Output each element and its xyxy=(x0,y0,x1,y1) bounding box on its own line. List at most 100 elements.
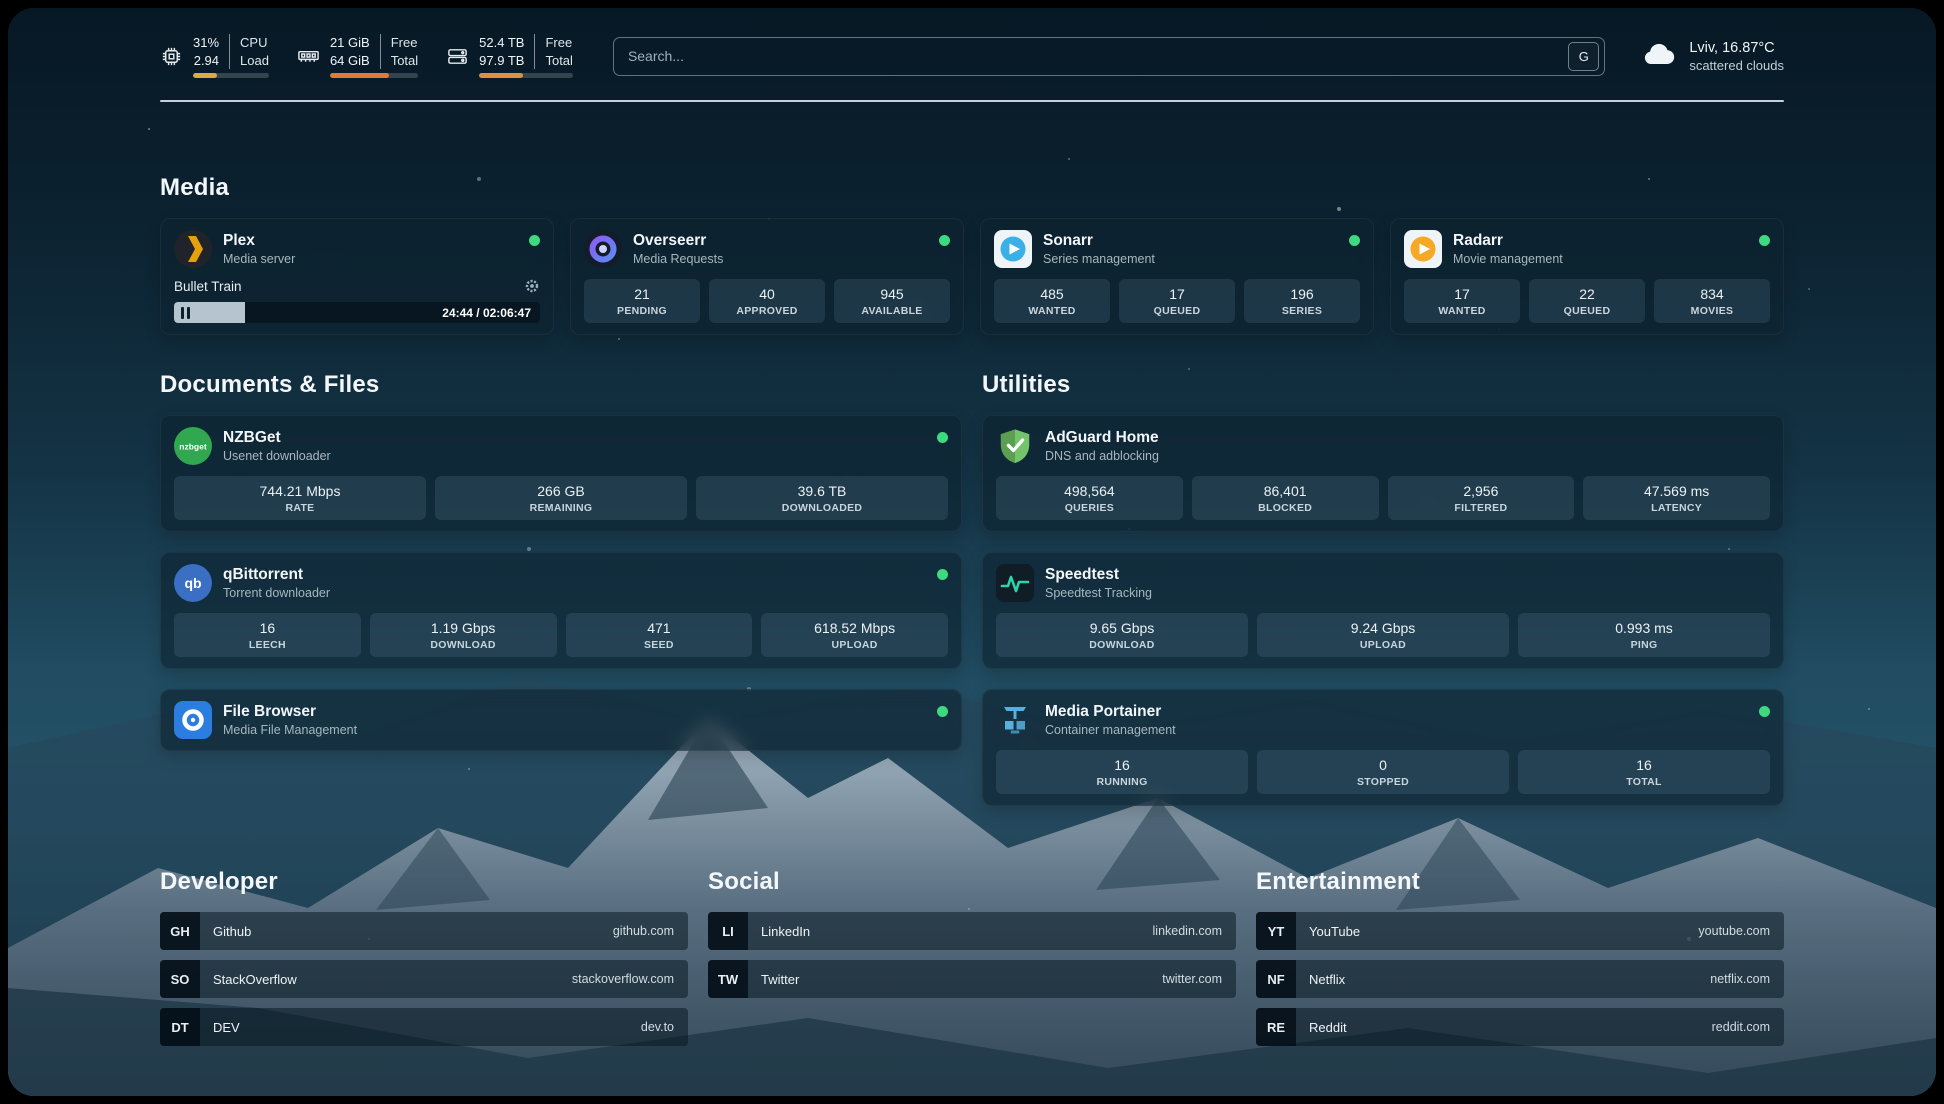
bookmark-netflix[interactable]: NF Netflix netflix.com xyxy=(1256,960,1784,998)
github-abbr-icon: GH xyxy=(160,912,200,950)
svg-text:qb: qb xyxy=(184,575,201,591)
weather-widget: Lviv, 16.87°C scattered clouds xyxy=(1641,40,1784,73)
twitter-abbr-icon: TW xyxy=(708,960,748,998)
status-dot xyxy=(529,235,540,246)
bookmark-linkedin[interactable]: LI LinkedIn linkedin.com xyxy=(708,912,1236,950)
stat-approved: 40APPROVED xyxy=(709,279,825,323)
memory-free: 21 GiB xyxy=(330,34,370,52)
bookmark-youtube[interactable]: YT YouTube youtube.com xyxy=(1256,912,1784,950)
adguard-icon xyxy=(996,427,1034,465)
stat-seed: 471SEED xyxy=(566,613,753,657)
status-dot xyxy=(937,569,948,580)
section-title-documents: Documents & Files xyxy=(160,371,962,399)
app-card-filebrowser[interactable]: File Browser Media File Management xyxy=(160,689,962,751)
status-dot xyxy=(937,706,948,717)
stat-queries: 498,564QUERIES xyxy=(996,476,1183,520)
stat-wanted: 17WANTED xyxy=(1404,279,1520,323)
cpu-percent: 31% xyxy=(193,34,219,52)
youtube-abbr-icon: YT xyxy=(1256,912,1296,950)
stat-total: 16TOTAL xyxy=(1518,750,1770,794)
bookmark-dev[interactable]: DT DEV dev.to xyxy=(160,1008,688,1046)
bookmark-twitter[interactable]: TW Twitter twitter.com xyxy=(708,960,1236,998)
stat-pending: 21PENDING xyxy=(584,279,700,323)
dashboard-screen: 31% 2.94 CPU Load xyxy=(8,8,1936,1096)
stat-movies: 834MOVIES xyxy=(1654,279,1770,323)
section-social: Social LI LinkedIn linkedin.com TW Twitt… xyxy=(708,868,1236,1046)
section-media: Media Plex Media server Bullet xyxy=(160,174,1784,335)
overseerr-icon xyxy=(584,230,622,268)
stat-upload: 9.24 GbpsUPLOAD xyxy=(1257,613,1509,657)
portainer-icon xyxy=(996,701,1034,739)
disk-progress-bar xyxy=(479,73,573,78)
search-engine-button[interactable]: G xyxy=(1568,42,1599,71)
section-title-entertainment: Entertainment xyxy=(1256,868,1784,896)
section-title-social: Social xyxy=(708,868,1236,896)
now-playing-title: Bullet Train xyxy=(174,279,242,294)
status-dot xyxy=(1349,235,1360,246)
cpu-progress-bar xyxy=(193,73,269,78)
app-card-qbittorrent[interactable]: qb qBittorrent Torrent downloader 16LEEC… xyxy=(160,552,962,669)
section-title-developer: Developer xyxy=(160,868,688,896)
stat-download: 1.19 GbpsDOWNLOAD xyxy=(370,613,557,657)
memory-usage-widget: 21 GiB 64 GiB Free Total xyxy=(297,34,418,78)
status-dot xyxy=(1759,706,1770,717)
cpu-icon xyxy=(160,45,183,68)
bookmark-stackoverflow[interactable]: SO StackOverflow stackoverflow.com xyxy=(160,960,688,998)
weather-location: Lviv, 16.87°C xyxy=(1689,40,1784,56)
sonarr-icon xyxy=(994,230,1032,268)
status-dot xyxy=(939,235,950,246)
reddit-abbr-icon: RE xyxy=(1256,1008,1296,1046)
nzbget-icon: nzbget xyxy=(174,427,212,465)
section-utilities: Utilities AdGuard Home DNS and adblockin… xyxy=(982,371,1784,806)
stat-upload: 618.52 MbpsUPLOAD xyxy=(761,613,948,657)
section-entertainment: Entertainment YT YouTube youtube.com NF … xyxy=(1256,868,1784,1046)
app-card-overseerr[interactable]: Overseerr Media Requests 21PENDING 40APP… xyxy=(570,218,964,335)
app-card-sonarr[interactable]: Sonarr Series management 485WANTED 17QUE… xyxy=(980,218,1374,335)
app-card-nzbget[interactable]: nzbget NZBGet Usenet downloader 744.21 M… xyxy=(160,415,962,532)
stat-ping: 0.993 msPING xyxy=(1518,613,1770,657)
stat-download: 9.65 GbpsDOWNLOAD xyxy=(996,613,1248,657)
pause-icon[interactable] xyxy=(181,307,190,319)
app-card-speedtest[interactable]: Speedtest Speedtest Tracking 9.65 GbpsDO… xyxy=(982,552,1784,669)
search-input[interactable] xyxy=(614,48,1568,64)
stat-stopped: 0STOPPED xyxy=(1257,750,1509,794)
app-card-portainer[interactable]: Media Portainer Container management 16R… xyxy=(982,689,1784,806)
app-card-adguard[interactable]: AdGuard Home DNS and adblocking 498,564Q… xyxy=(982,415,1784,532)
app-card-plex[interactable]: Plex Media server Bullet Train xyxy=(160,218,554,335)
svg-text:nzbget: nzbget xyxy=(179,442,207,452)
stat-queued: 17QUEUED xyxy=(1119,279,1235,323)
stat-queued: 22QUEUED xyxy=(1529,279,1645,323)
bookmark-reddit[interactable]: RE Reddit reddit.com xyxy=(1256,1008,1784,1046)
status-dot xyxy=(937,432,948,443)
status-dot xyxy=(1759,235,1770,246)
radarr-icon xyxy=(1404,230,1442,268)
dev-abbr-icon: DT xyxy=(160,1008,200,1046)
header-divider xyxy=(160,100,1784,102)
settings-gear-icon[interactable] xyxy=(524,278,540,294)
playback-time: 24:44 / 02:06:47 xyxy=(442,306,531,320)
stackoverflow-abbr-icon: SO xyxy=(160,960,200,998)
stat-filtered: 2,956FILTERED xyxy=(1388,476,1575,520)
playback-progress-bar[interactable]: 24:44 / 02:06:47 xyxy=(174,302,540,323)
stat-blocked: 86,401BLOCKED xyxy=(1192,476,1379,520)
cpu-usage-widget: 31% 2.94 CPU Load xyxy=(160,34,269,78)
memory-progress-bar xyxy=(330,73,418,78)
bookmark-github[interactable]: GH Github github.com xyxy=(160,912,688,950)
stat-series: 196SERIES xyxy=(1244,279,1360,323)
netflix-abbr-icon: NF xyxy=(1256,960,1296,998)
cloud-icon xyxy=(1641,41,1677,72)
section-developer: Developer GH Github github.com SO StackO… xyxy=(160,868,688,1046)
disk-free: 52.4 TB xyxy=(479,34,524,52)
disk-total: 97.9 TB xyxy=(479,52,524,70)
filebrowser-icon xyxy=(174,701,212,739)
top-bar: 31% 2.94 CPU Load xyxy=(160,34,1784,78)
app-card-radarr[interactable]: Radarr Movie management 17WANTED 22QUEUE… xyxy=(1390,218,1784,335)
disk-usage-widget: 52.4 TB 97.9 TB Free Total xyxy=(446,34,573,78)
weather-condition: scattered clouds xyxy=(1689,58,1784,73)
section-title-media: Media xyxy=(160,174,1784,202)
memory-total: 64 GiB xyxy=(330,52,370,70)
speedtest-icon xyxy=(996,564,1034,602)
disk-icon xyxy=(446,45,469,68)
stat-remaining: 266 GBREMAINING xyxy=(435,476,687,520)
stat-wanted: 485WANTED xyxy=(994,279,1110,323)
